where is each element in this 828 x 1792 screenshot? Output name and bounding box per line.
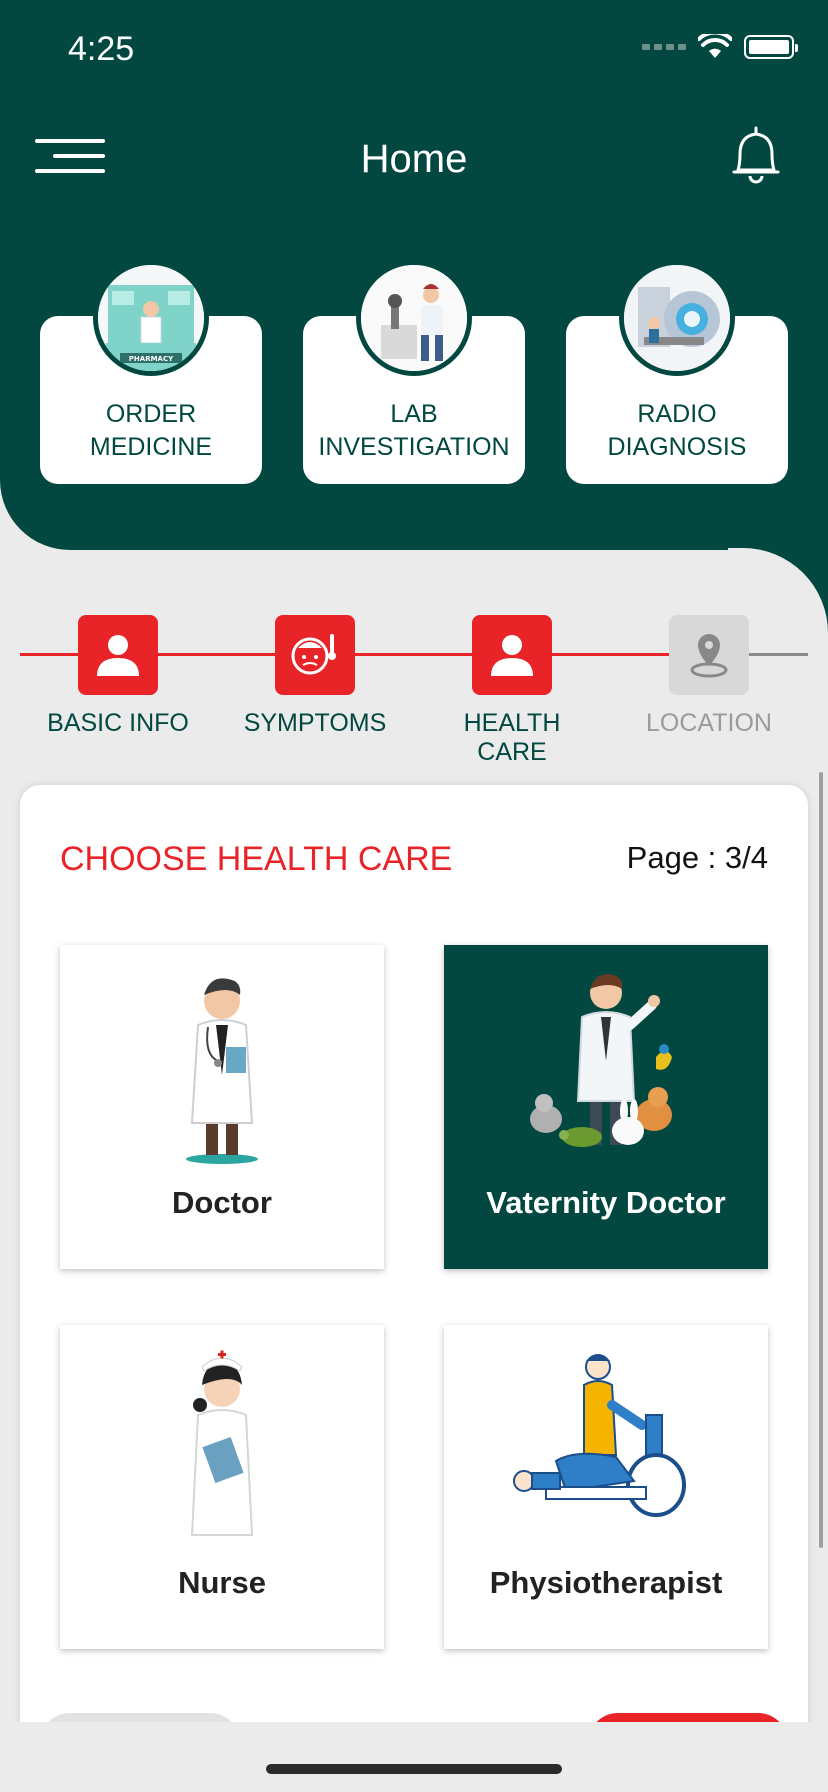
- scrollbar[interactable]: [819, 772, 823, 1548]
- option-doctor-label: Doctor: [172, 1185, 272, 1220]
- user-icon: [97, 635, 139, 676]
- option-vaternity-doctor[interactable]: Vaternity Doctor: [444, 945, 768, 1269]
- page-title: Home: [360, 137, 468, 181]
- step-health-care-label: HEALTH CARE: [463, 709, 561, 766]
- step-symptoms-box: [275, 615, 355, 695]
- pharmacy-icon: PHARMACY: [93, 260, 209, 376]
- order-medicine-label: ORDER MEDICINE: [89, 400, 213, 461]
- option-vaternity-doctor-label: Vaternity Doctor: [486, 1185, 726, 1220]
- bell-icon[interactable]: [728, 124, 784, 188]
- fever-face-icon: [291, 634, 336, 675]
- page-indicator: Page : 3/4: [626, 840, 768, 875]
- lab-microscope-icon: [356, 260, 472, 376]
- signal-icon: [642, 44, 686, 50]
- step-basic-info[interactable]: BASIC INFO: [33, 615, 203, 738]
- lab-investigation-label: LAB INVESTIGATION: [318, 400, 510, 461]
- map-pin-icon: [690, 634, 728, 678]
- bottom-safe-area: [0, 1722, 828, 1792]
- wifi-icon: [698, 34, 732, 58]
- mri-scanner-icon: [619, 260, 735, 376]
- radio-diagnosis-label: RADIO DIAGNOSIS: [607, 400, 747, 461]
- step-basic-info-label: BASIC INFO: [47, 709, 189, 737]
- veterinary-doctor-illustration: [530, 974, 672, 1147]
- step-location-label: LOCATION: [646, 709, 772, 737]
- card-title: CHOOSE HEALTH CARE: [60, 840, 453, 878]
- progress-stepper: BASIC INFO SYMPTOMS HEALTH CARE LOCATION: [0, 610, 828, 766]
- option-nurse[interactable]: Nurse: [60, 1325, 384, 1649]
- physiotherapist-illustration: [513, 1354, 686, 1517]
- step-location-box: [669, 615, 749, 695]
- option-doctor[interactable]: Doctor: [60, 945, 384, 1269]
- doctor-illustration: [186, 978, 258, 1164]
- radio-diagnosis-card[interactable]: RADIO DIAGNOSIS: [566, 260, 788, 484]
- order-medicine-card[interactable]: PHARMACY ORDER MEDICINE: [40, 260, 262, 484]
- home-indicator[interactable]: [266, 1764, 562, 1774]
- pharmacy-sign: PHARMACY: [129, 355, 174, 363]
- step-symptoms[interactable]: SYMPTOMS: [230, 615, 400, 738]
- health-care-card: CHOOSE HEALTH CARE Page : 3/4 Doctor Vat…: [20, 785, 808, 1785]
- step-location[interactable]: LOCATION: [624, 615, 794, 738]
- option-physiotherapist-label: Physiotherapist: [489, 1565, 723, 1600]
- step-health-care[interactable]: HEALTH CARE: [427, 615, 597, 767]
- status-icons: [642, 34, 798, 60]
- nurse-illustration: [190, 1350, 254, 1536]
- step-symptoms-label: SYMPTOMS: [243, 709, 387, 737]
- lab-investigation-card[interactable]: LAB INVESTIGATION: [303, 260, 525, 484]
- step-health-care-box: [472, 615, 552, 695]
- step-basic-info-box: [78, 615, 158, 695]
- battery-icon: [744, 35, 798, 59]
- user-icon: [491, 635, 533, 676]
- option-nurse-label: Nurse: [178, 1565, 266, 1600]
- option-physiotherapist[interactable]: Physiotherapist: [444, 1325, 768, 1649]
- status-time: 4:25: [68, 30, 135, 68]
